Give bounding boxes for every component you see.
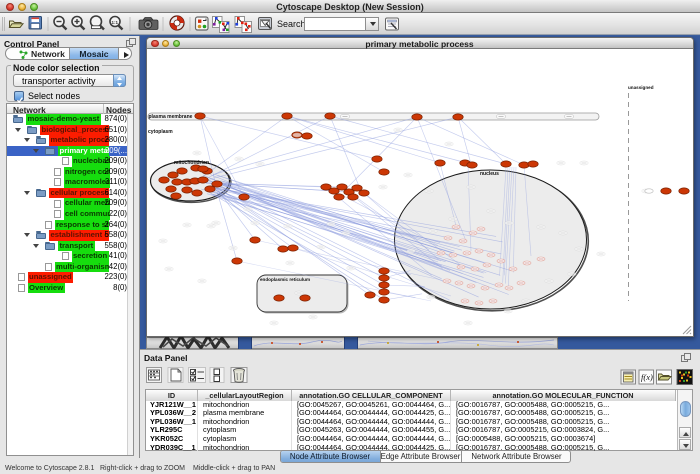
- svg-text:plasma membrane: plasma membrane: [148, 114, 192, 120]
- svg-text:unassigned: unassigned: [628, 85, 654, 90]
- svg-text:1:1: 1:1: [112, 20, 119, 25]
- svg-text:cytoplasm: cytoplasm: [148, 129, 173, 135]
- svg-text:nucleus: nucleus: [480, 171, 499, 177]
- svg-text:f(x): f(x): [641, 372, 653, 382]
- svg-text:mitochondrion: mitochondrion: [174, 160, 209, 166]
- svg-text:endoplasmic reticulum: endoplasmic reticulum: [260, 277, 310, 282]
